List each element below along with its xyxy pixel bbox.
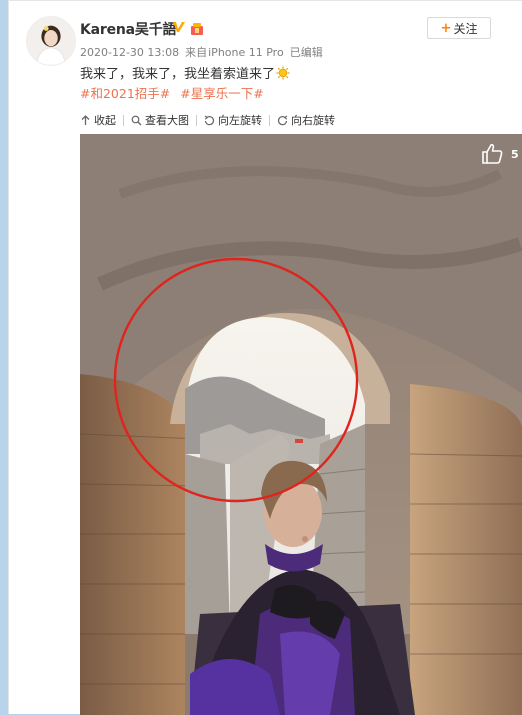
source-prefix: 来自	[185, 46, 208, 59]
collapse-label: 收起	[94, 114, 116, 127]
collapse-arrow-icon	[81, 114, 90, 125]
toolbar-divider	[123, 114, 124, 126]
view-large-label: 查看大图	[145, 114, 189, 127]
post-body: 我来了，我来了，我坐着索道来了	[80, 67, 276, 82]
verified-v-icon	[173, 22, 185, 32]
source-device: iPhone 11 Pro	[208, 46, 284, 59]
post-text: 我来了，我来了，我坐着索道来了	[80, 63, 290, 82]
follow-button[interactable]: + 关注	[427, 17, 491, 39]
rotate-left-label: 向左旋转	[218, 114, 262, 127]
plus-icon: +	[440, 20, 452, 36]
great-wall-photo	[80, 134, 522, 715]
topic-tags: #和2021招手# #星享乐一下#	[80, 83, 270, 102]
collapse-button[interactable]: 收起	[80, 112, 116, 128]
toolbar-divider	[196, 114, 197, 126]
follow-label: 关注	[453, 21, 478, 36]
edited-label[interactable]: 已编辑	[290, 46, 323, 59]
rotate-left-icon	[204, 115, 215, 125]
post-timestamp[interactable]: 2020-12-30 13:08	[80, 46, 179, 59]
post-meta: 2020-12-30 13:08 来自iPhone 11 Pro 已编辑	[80, 44, 329, 60]
post-photo[interactable]: 5	[80, 134, 522, 715]
toolbar-divider	[269, 114, 270, 126]
weibo-post-card: Karena吴千語 + 关注 2020-12-30 13:08 来自iPhone …	[8, 0, 522, 715]
photo-like[interactable]: 5	[481, 142, 519, 166]
rotate-right-button[interactable]: 向右旋转	[277, 112, 335, 128]
rotate-right-label: 向右旋转	[291, 114, 335, 127]
fan-badge-icon[interactable]	[189, 20, 205, 36]
magnifier-icon	[131, 115, 142, 125]
sun-emoji-icon	[276, 66, 290, 80]
rotate-left-button[interactable]: 向左旋转	[204, 112, 262, 128]
topic-tag[interactable]: #星享乐一下#	[180, 86, 263, 101]
image-toolbar: 收起 查看大图 向左旋转 向右旋转	[80, 112, 335, 128]
like-count: 5	[511, 147, 519, 161]
view-large-button[interactable]: 查看大图	[131, 112, 189, 128]
rotate-right-icon	[277, 115, 288, 125]
topic-tag[interactable]: #和2021招手#	[80, 86, 170, 101]
user-avatar[interactable]	[26, 16, 76, 66]
thumbs-up-icon	[482, 143, 503, 164]
username[interactable]: Karena吴千語	[80, 19, 177, 39]
